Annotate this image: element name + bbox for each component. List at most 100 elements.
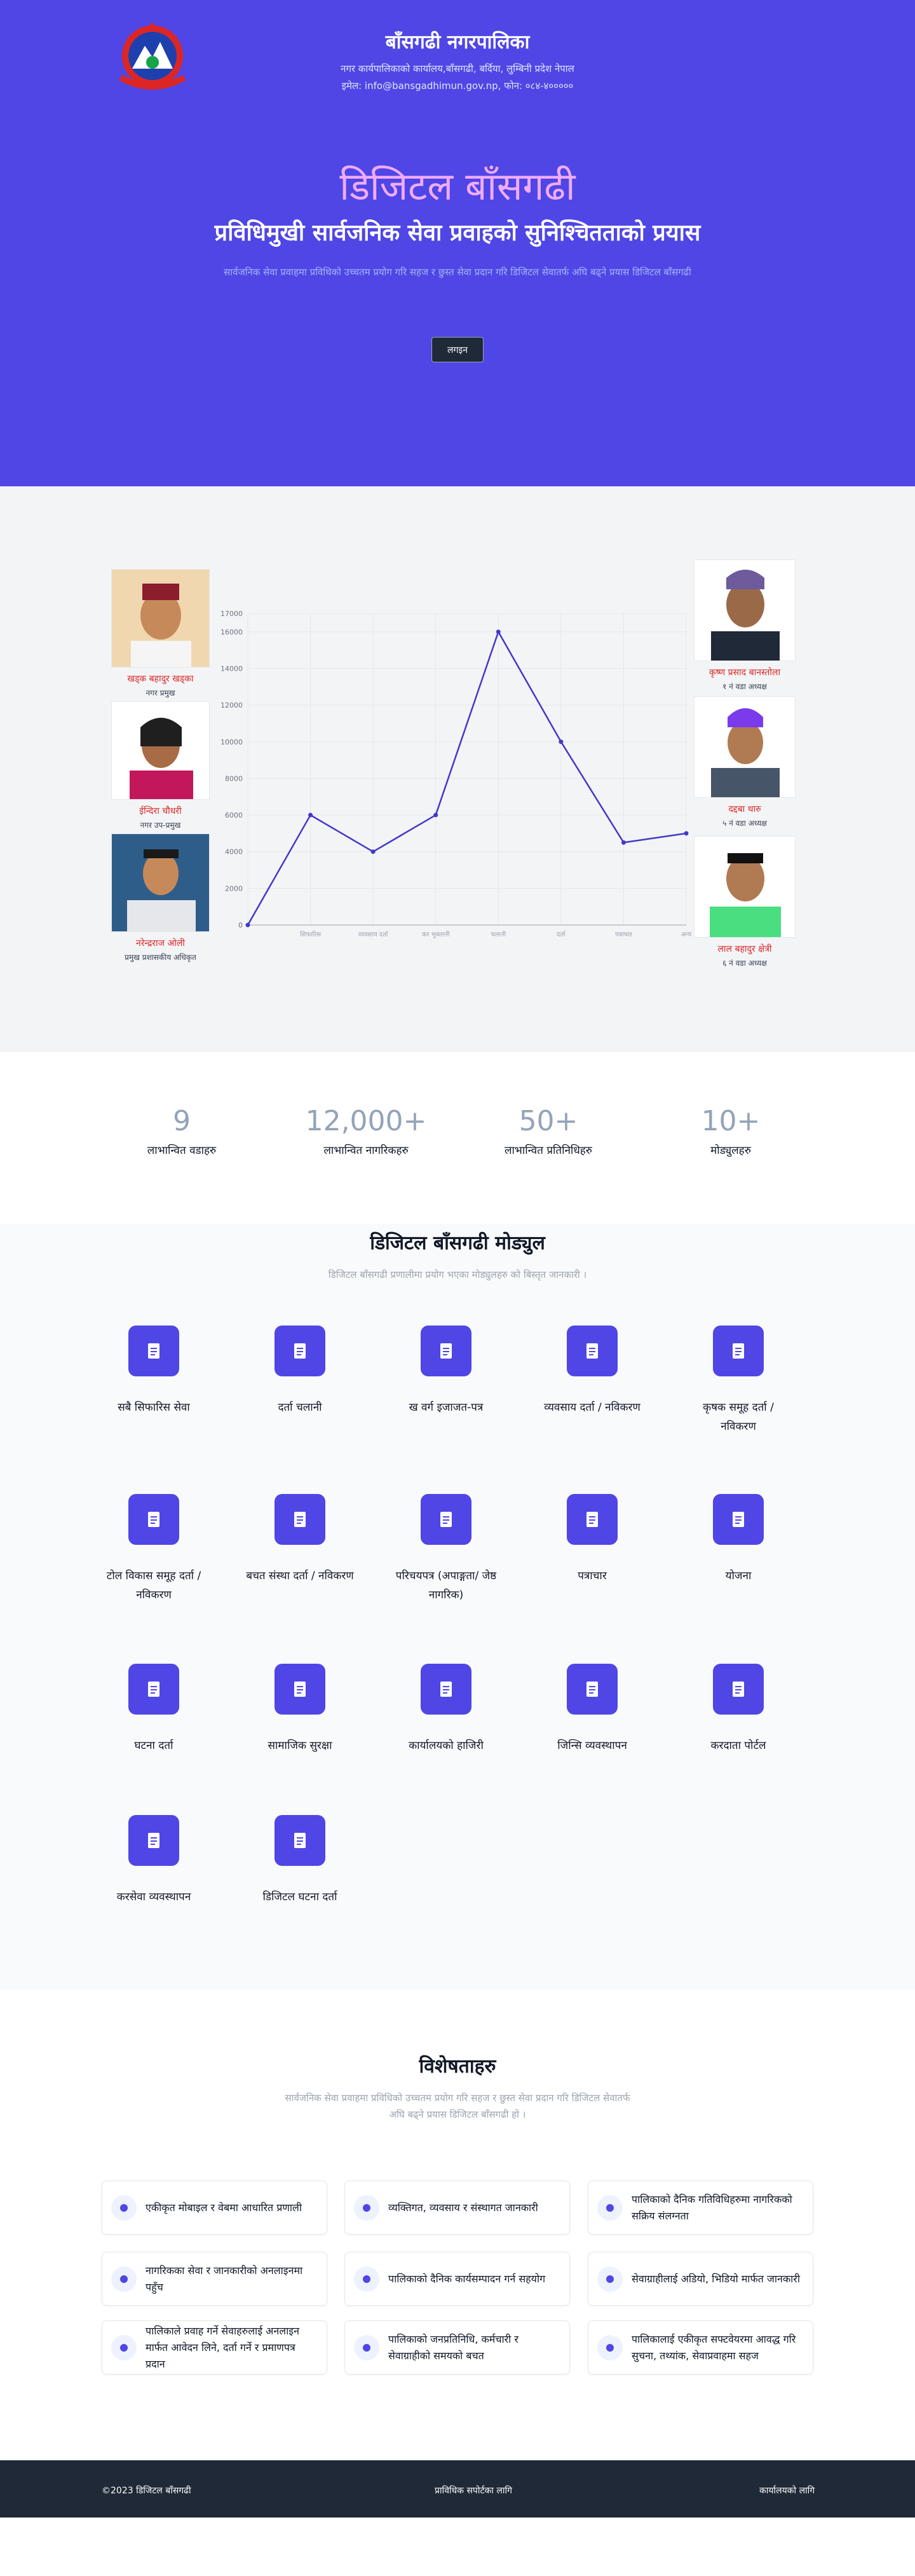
official-card: ईन्दिरा चौधरी नगर उप-प्रमुख: [111, 701, 210, 830]
badge-icon: [421, 1326, 471, 1376]
official-name: नरेन्द्रराज ओली: [136, 938, 185, 949]
feature-text: पालिकाले प्रवाह गर्ने सेवाहरुलाई अनलाइन …: [146, 2324, 299, 2370]
nepal-emblem-logo: [108, 19, 197, 97]
footer-support-link[interactable]: प्राविधिक सपोर्टका लागि: [435, 2484, 512, 2497]
stats-section: 9 लाभान्वित वडाहरु 12,000+ लाभान्वित नाग…: [0, 1052, 915, 1224]
stat-value: 12,000+: [305, 1105, 427, 1137]
x-tick-label: दर्ता: [557, 931, 566, 938]
module-item[interactable]: ख वर्ग इजाजत-पत्र: [392, 1326, 500, 1417]
official-photo: [694, 696, 796, 798]
module-label: परिचयपत्र (अपाङ्गता/ जेष्ठ नागरिक): [395, 1570, 497, 1601]
data-point: [308, 812, 313, 818]
footer-office-link[interactable]: कार्यालयको लागि: [759, 2484, 815, 2497]
module-item[interactable]: पत्राचार: [538, 1494, 646, 1586]
y-tick-label: 2000: [225, 884, 243, 893]
module-label: ख वर्ग इजाजत-पत्र: [409, 1401, 484, 1414]
official-card: नरेन्द्रराज ओली प्रमुख प्रशासकीय अधिकृत: [111, 833, 210, 963]
module-label: जिन्सि व्यवस्थापन: [557, 1739, 627, 1752]
module-item[interactable]: टोल विकास समूह दर्ता / नविकरण: [100, 1494, 208, 1605]
data-point: [621, 840, 626, 845]
y-tick-label: 4000: [225, 848, 243, 856]
official-role: नगर उप-प्रमुख: [140, 821, 181, 830]
module-item[interactable]: डिजिटल घटना दर्ता: [246, 1815, 354, 1907]
official-role: १ नं वडा अध्यक्ष: [722, 682, 767, 691]
module-item[interactable]: कृषक समूह दर्ता / नविकरण: [684, 1326, 792, 1436]
official-name: खड्क बहादुर खड्का: [127, 674, 194, 684]
features-description-line-2: अघि बढ्ने प्रयास डिजिटल बाँसगढी हो ।: [389, 2109, 526, 2120]
data-point: [496, 629, 501, 634]
official-role: नगर प्रमुख: [146, 689, 175, 697]
module-item[interactable]: घटना दर्ता: [100, 1664, 208, 1755]
feature-text: नागरिकका सेवा र जानकारीको अनलाइनमा पहुँच: [146, 2264, 303, 2293]
module-item[interactable]: बचत संस्था दर्ता / नविकरण: [246, 1494, 354, 1586]
feature-card: पालिकाको दैनिक गतिविधिहरुमा नागरिकको सक्…: [588, 2181, 813, 2235]
login-button[interactable]: लगइन: [431, 337, 484, 362]
module-item[interactable]: जिन्सि व्यवस्थापन: [538, 1664, 646, 1755]
clipboard-check-icon: [713, 1494, 764, 1545]
officials-section: खड्क बहादुर खड्का नगर प्रमुख ईन्दिरा चौध…: [0, 486, 915, 1052]
feature-text: पालिकाको जनप्रतिनिधि, कर्मचारी र सेवाग्र…: [388, 2333, 518, 2362]
module-item[interactable]: कार्यालयको हाजिरी: [392, 1664, 500, 1755]
home-icon: [274, 1494, 325, 1545]
module-label: घटना दर्ता: [134, 1739, 173, 1752]
official-role: ५ नं वडा अध्यक्ष: [722, 819, 767, 828]
official-name: दद्दबा थारु: [728, 804, 761, 814]
official-role: ६ नं वडा अध्यक्ष: [722, 959, 767, 968]
newspaper-icon: [128, 1664, 179, 1715]
feature-text: एकीकृत मोबाइल र वेबमा आधारित प्रणाली: [146, 2201, 302, 2214]
module-item[interactable]: करसेवा व्यवस्थापन: [100, 1815, 208, 1907]
address-line-2: इमेल: info@bansgadhimun.gov.np, फोन: ०८४…: [341, 80, 574, 92]
desktop-icon: [713, 1664, 764, 1715]
stat-wards: 9 लाभान्वित वडाहरु: [112, 1105, 252, 1157]
monitor-icon: [111, 2195, 137, 2221]
module-label: बचत संस्था दर्ता / नविकरण: [246, 1570, 354, 1582]
x-tick-label: सिफारिस: [300, 931, 321, 938]
eye-icon: [597, 2195, 623, 2221]
official-photo: [694, 836, 796, 938]
x-tick-label: अन्य: [681, 931, 692, 938]
stat-label: लाभान्वित प्रतिनिधिहरु: [505, 1144, 592, 1157]
pie-chart-icon: [354, 2334, 379, 2360]
tractor-icon: [713, 1326, 764, 1376]
module-label: व्यवसाय दर्ता / नविकरण: [544, 1401, 640, 1414]
feather-icon: [354, 2266, 379, 2292]
hero-description: सार्वजनिक सेवा प्रवाहमा प्रविधिको उच्चतम…: [224, 266, 691, 278]
modules-description: डिजिटल बाँसगढी प्रणालीमा प्रयोग भएका मोड…: [328, 1269, 587, 1280]
y-tick-label: 17000: [220, 610, 243, 618]
feature-text: पालिकालाई एकीकृत सफ्टवेयरमा आवद्ध गरि सु…: [632, 2333, 796, 2362]
module-label: योजना: [725, 1570, 752, 1582]
stat-value: 9: [173, 1105, 191, 1137]
hero-section: बाँसगढी नगरपालिका नगर कार्यपालिकाको कार्…: [0, 0, 915, 486]
y-tick-label: 14000: [220, 664, 243, 673]
x-tick-label: पत्राचार: [615, 931, 633, 938]
feature-text: व्यक्तिगत, व्यवसाय र संस्थागत जानकारी: [388, 2201, 538, 2214]
document-icon: [128, 1326, 179, 1376]
modules-section: डिजिटल बाँसगढी मोड्युल डिजिटल बाँसगढी प्…: [0, 1224, 915, 1990]
module-item[interactable]: दर्ता चलानी: [246, 1326, 354, 1417]
module-item[interactable]: योजना: [684, 1494, 792, 1586]
data-point: [559, 739, 564, 744]
module-label: सबै सिफारिस सेवा: [118, 1401, 190, 1414]
y-tick-label: 0: [238, 921, 243, 929]
module-label: करदाता पोर्टल: [710, 1739, 766, 1752]
modules-title: डिजिटल बाँसगढी मोड्युल: [370, 1232, 545, 1254]
address-line-1: नगर कार्यपालिकाको कार्यालय,बाँसगढी, बर्द…: [341, 63, 574, 74]
official-card: कृष्ण प्रसाद बानस्तोला १ नं वडा अध्यक्ष: [694, 559, 796, 692]
module-item[interactable]: सबै सिफारिस सेवा: [100, 1326, 208, 1417]
industry-icon: [128, 1494, 179, 1545]
official-name: लाल बहादुर क्षेत्री: [717, 944, 772, 954]
module-item[interactable]: परिचयपत्र (अपाङ्गता/ जेष्ठ नागरिक): [392, 1494, 500, 1605]
module-item[interactable]: करदाता पोर्टल: [684, 1664, 792, 1755]
check-icon: [111, 2334, 137, 2360]
x-tick-label: कर भुक्तानी: [422, 931, 450, 938]
x-tick-label: व्यवसाय दर्ता: [358, 931, 389, 938]
feature-card: एकीकृत मोबाइल र वेबमा आधारित प्रणाली: [102, 2181, 327, 2235]
y-tick-label: 6000: [225, 811, 243, 819]
official-name: ईन्दिरा चौधरी: [139, 806, 182, 816]
feature-card: पालिकाले प्रवाह गर्ने सेवाहरुलाई अनलाइन …: [102, 2320, 327, 2374]
module-item[interactable]: सामाजिक सुरक्षा: [246, 1664, 354, 1755]
footer: ©2023 डिजिटल बाँसगढी प्राविधिक सपोर्टका …: [0, 2460, 915, 2518]
module-label: डिजिटल घटना दर्ता: [262, 1891, 337, 1903]
module-item[interactable]: व्यवसाय दर्ता / नविकरण: [538, 1326, 646, 1417]
official-card: दद्दबा थारु ५ नं वडा अध्यक्ष: [694, 696, 796, 828]
